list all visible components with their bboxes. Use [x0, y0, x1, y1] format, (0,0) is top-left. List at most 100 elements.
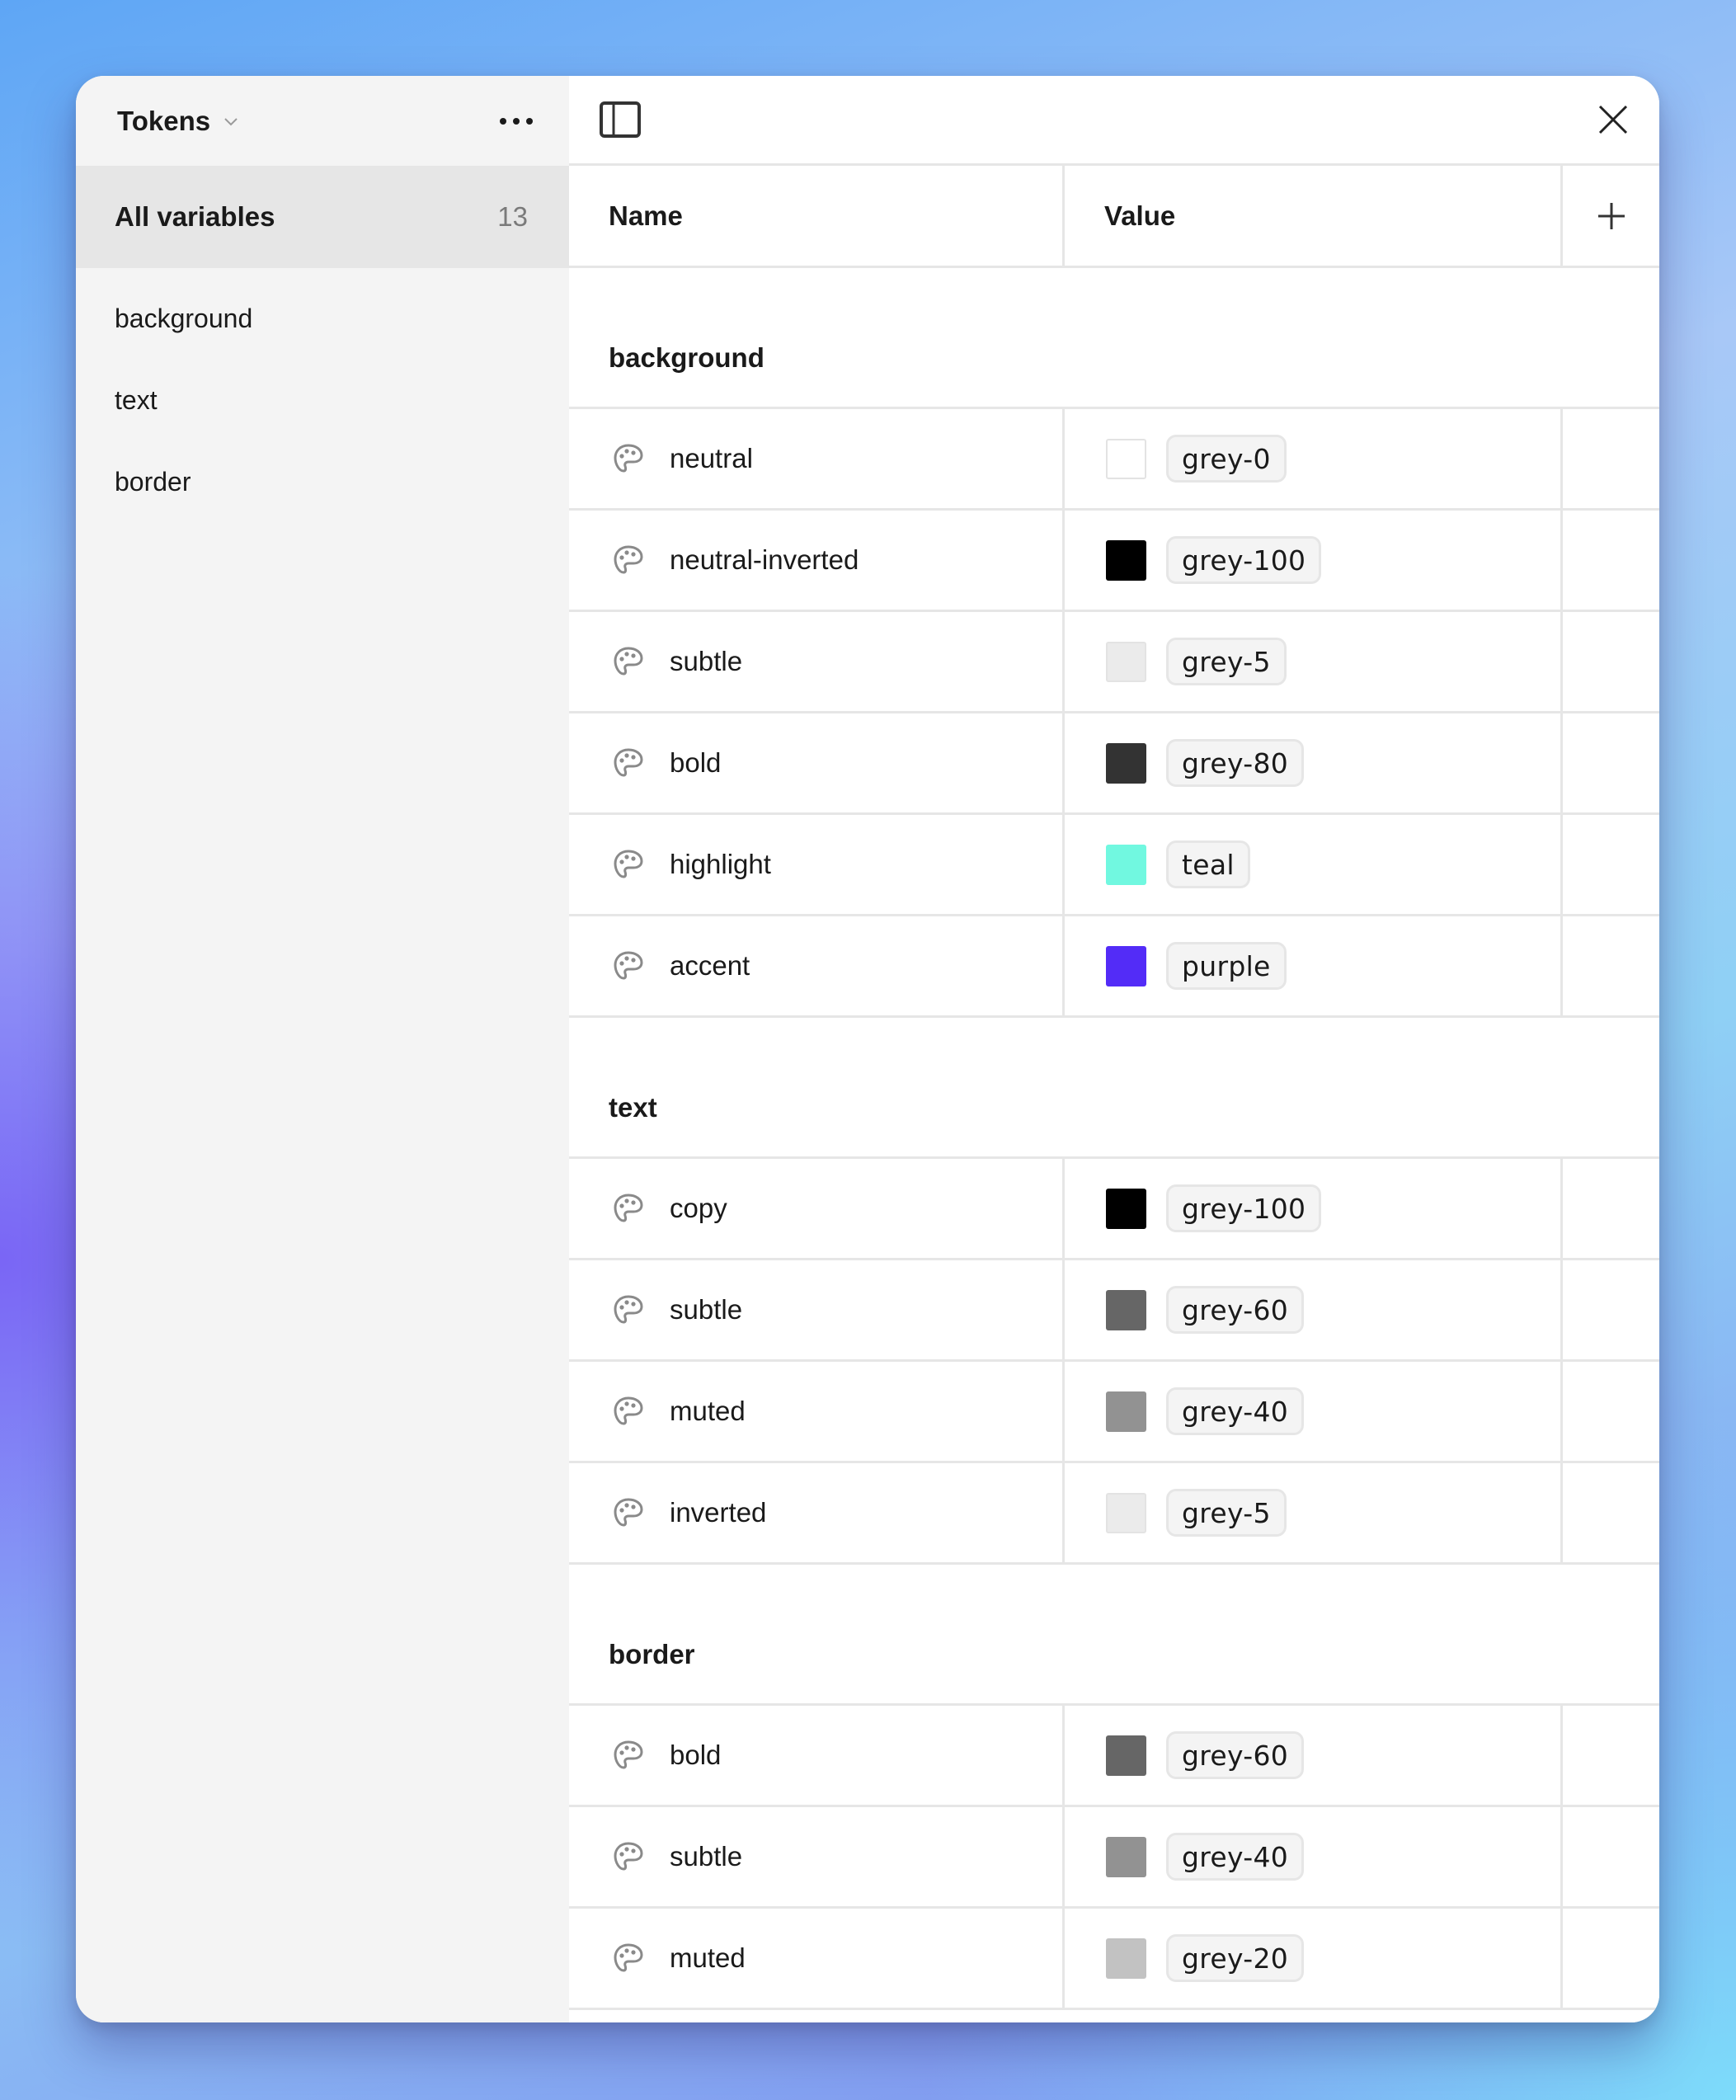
table-row[interactable]: subtle grey-60 [569, 1260, 1659, 1362]
color-swatch[interactable] [1106, 539, 1146, 581]
table-row[interactable]: muted grey-20 [569, 1909, 1659, 2010]
variable-value-cell[interactable]: grey-60 [1065, 1706, 1563, 1805]
alias-chip[interactable]: grey-0 [1166, 435, 1287, 483]
variable-name-cell[interactable]: subtle [569, 1260, 1065, 1359]
table-row[interactable]: neutral-inverted grey-100 [569, 511, 1659, 612]
alias-chip[interactable]: grey-60 [1166, 1731, 1305, 1779]
variable-name: neutral-inverted [670, 544, 859, 575]
sidebar-item-all-variables[interactable]: All variables 13 [76, 166, 569, 268]
add-mode-button[interactable] [1563, 166, 1659, 266]
table-row[interactable]: accent purple [569, 916, 1659, 1018]
variable-value-cell[interactable]: grey-80 [1065, 713, 1563, 812]
color-swatch[interactable] [1106, 641, 1146, 682]
alias-chip[interactable]: grey-5 [1166, 1489, 1287, 1537]
alias-chip[interactable]: grey-100 [1166, 1184, 1322, 1232]
table-header-row: Name Value [569, 166, 1659, 268]
sidebar-group-list: background text border [76, 278, 569, 523]
variable-name-cell[interactable]: accent [569, 916, 1065, 1015]
alias-chip[interactable]: grey-40 [1166, 1833, 1305, 1881]
color-swatch[interactable] [1106, 844, 1146, 885]
color-swatch[interactable] [1106, 1492, 1146, 1533]
variable-name-cell[interactable]: highlight [569, 815, 1065, 914]
sidebar-item-background[interactable]: background [76, 278, 569, 360]
alias-chip[interactable]: grey-5 [1166, 638, 1287, 685]
variable-name: bold [670, 747, 722, 778]
color-swatch[interactable] [1106, 1938, 1146, 1979]
alias-chip[interactable]: purple [1166, 942, 1287, 990]
sidebar-item-text[interactable]: text [76, 360, 569, 441]
variable-value-cell[interactable]: grey-100 [1065, 511, 1563, 610]
color-swatch[interactable] [1106, 1289, 1146, 1330]
variable-name-cell[interactable]: inverted [569, 1463, 1065, 1562]
collection-dropdown[interactable]: Tokens [117, 106, 240, 137]
variable-value-cell[interactable]: purple [1065, 916, 1563, 1015]
table-row[interactable]: inverted grey-5 [569, 1463, 1659, 1565]
table-row[interactable]: subtle grey-40 [569, 1807, 1659, 1909]
variable-name-cell[interactable]: bold [569, 1706, 1065, 1805]
variable-value-cell[interactable]: grey-100 [1065, 1159, 1563, 1258]
variable-name-cell[interactable]: subtle [569, 1807, 1065, 1906]
variable-name-cell[interactable]: subtle [569, 612, 1065, 711]
alias-chip[interactable]: grey-100 [1166, 536, 1322, 584]
sidebar-toggle-button[interactable] [597, 97, 643, 143]
sidebar-item-border[interactable]: border [76, 441, 569, 523]
table-row[interactable]: subtle grey-5 [569, 612, 1659, 713]
empty-cell [1563, 409, 1659, 508]
sidebar-toggle-icon [600, 101, 641, 138]
alias-chip[interactable]: grey-20 [1166, 1934, 1305, 1982]
palette-icon [614, 1194, 643, 1222]
color-swatch[interactable] [1106, 1391, 1146, 1432]
alias-chip[interactable]: grey-40 [1166, 1387, 1305, 1435]
color-swatch[interactable] [1106, 945, 1146, 986]
variable-value-cell[interactable]: teal [1065, 815, 1563, 914]
more-horizontal-icon-dot [513, 117, 520, 125]
table-row[interactable]: neutral grey-0 [569, 409, 1659, 511]
empty-cell [1563, 1362, 1659, 1461]
variable-value-cell[interactable]: grey-40 [1065, 1362, 1563, 1461]
color-swatch[interactable] [1106, 1188, 1146, 1229]
variable-name-cell[interactable]: copy [569, 1159, 1065, 1258]
chevron-down-icon [224, 117, 238, 125]
variable-value-cell[interactable]: grey-5 [1065, 1463, 1563, 1562]
variable-name: accent [670, 950, 750, 981]
main-panel: Name Value background neutral grey-0 neut… [569, 76, 1659, 2022]
group-header: background [569, 268, 1659, 409]
variable-name-cell[interactable]: muted [569, 1362, 1065, 1461]
empty-cell [1563, 815, 1659, 914]
variable-name-cell[interactable]: neutral [569, 409, 1065, 508]
table-row[interactable]: bold grey-80 [569, 713, 1659, 815]
empty-cell [1563, 1260, 1659, 1359]
variable-value-cell[interactable]: grey-20 [1065, 1909, 1563, 2008]
table-row[interactable]: highlight teal [569, 815, 1659, 916]
empty-cell [1563, 612, 1659, 711]
variable-name-cell[interactable]: muted [569, 1909, 1065, 2008]
variable-value-cell[interactable]: grey-40 [1065, 1807, 1563, 1906]
color-swatch[interactable] [1106, 438, 1146, 479]
empty-cell [1563, 511, 1659, 610]
empty-cell [1563, 713, 1659, 812]
variable-value-cell[interactable]: grey-0 [1065, 409, 1563, 508]
more-options-button[interactable] [492, 105, 541, 138]
variable-value-cell[interactable]: grey-60 [1065, 1260, 1563, 1359]
palette-icon [614, 1943, 643, 1972]
variable-name-cell[interactable]: neutral-inverted [569, 511, 1065, 610]
color-swatch[interactable] [1106, 1836, 1146, 1877]
variable-value-cell[interactable]: grey-5 [1065, 612, 1563, 711]
column-header-value[interactable]: Value [1065, 166, 1563, 266]
color-swatch[interactable] [1106, 742, 1146, 784]
table-row[interactable]: muted grey-40 [569, 1362, 1659, 1463]
variable-name-cell[interactable]: bold [569, 713, 1065, 812]
collection-title: Tokens [117, 105, 211, 136]
color-swatch[interactable] [1106, 1735, 1146, 1776]
variable-name: bold [670, 1740, 722, 1770]
column-header-name[interactable]: Name [569, 166, 1065, 266]
sidebar: Tokens All variables 13 background text bo… [76, 76, 569, 2022]
alias-chip[interactable]: teal [1166, 840, 1250, 888]
table-row[interactable]: copy grey-100 [569, 1159, 1659, 1260]
empty-cell [1563, 1706, 1659, 1805]
close-button[interactable] [1590, 97, 1636, 143]
alias-chip[interactable]: grey-60 [1166, 1286, 1305, 1334]
palette-icon [614, 1842, 643, 1871]
table-row[interactable]: bold grey-60 [569, 1706, 1659, 1807]
alias-chip[interactable]: grey-80 [1166, 739, 1305, 787]
